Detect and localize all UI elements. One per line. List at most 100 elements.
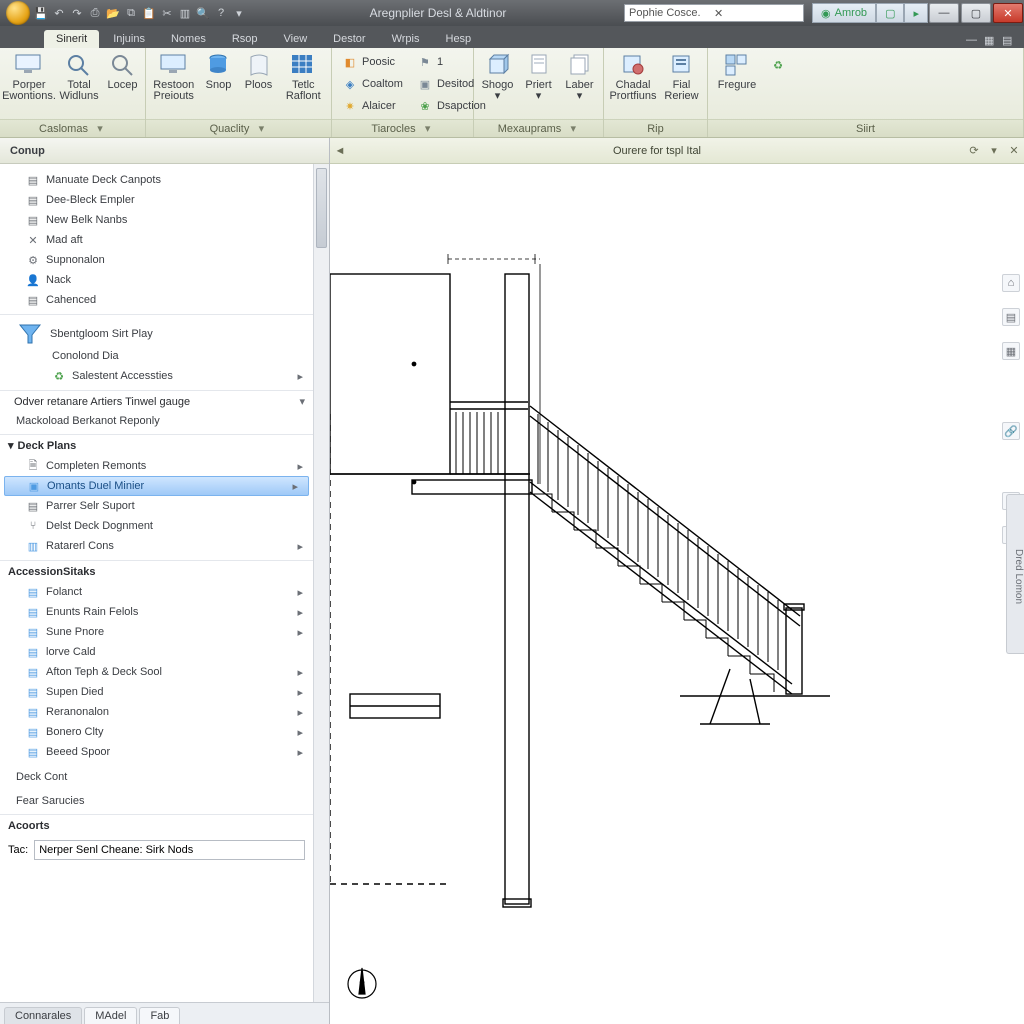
group-expander-icon[interactable]: ▾ <box>422 122 434 135</box>
btn-fregure[interactable]: Fregure <box>714 52 760 91</box>
tree-item[interactable]: ▤New Belk Nanbs <box>0 210 313 230</box>
btn-coaltom[interactable]: ◈Coaltom <box>338 74 407 94</box>
tree-item[interactable]: ⑂Delst Deck Dognment <box>0 516 313 536</box>
doc-dropdown-icon[interactable]: ▾ <box>984 144 1004 157</box>
btn-tetlc[interactable]: TetlcRaflont <box>282 52 325 102</box>
btn-fial[interactable]: FialReriew <box>662 52 701 102</box>
ribbon-tab-5[interactable]: Destor <box>321 30 377 48</box>
btn-chadal[interactable]: ChadalPrortfiuns <box>610 52 656 102</box>
ribbon-help-icon[interactable]: ▦ <box>984 34 998 48</box>
group-expander-icon[interactable]: ▾ <box>94 122 106 135</box>
ribbon-tab-7[interactable]: Hesp <box>434 30 484 48</box>
btn-shogo[interactable]: Shogo▾ <box>480 52 515 102</box>
tree-item[interactable]: 👤Nack <box>0 270 313 290</box>
qat-redo-icon[interactable]: ↷ <box>70 6 84 20</box>
plain-item[interactable]: Deck Cont <box>0 768 313 786</box>
bottom-tab-1[interactable]: MAdel <box>84 1007 137 1024</box>
ribbon-tab-3[interactable]: Rsop <box>220 30 270 48</box>
tree-item[interactable]: ▤Dee-Bleck Empler <box>0 190 313 210</box>
btn-priert[interactable]: Priert▾ <box>521 52 556 102</box>
tree-item[interactable]: 🗎Completen Remonts <box>0 456 313 476</box>
section-deck-plans[interactable]: Deck Plans <box>0 434 313 456</box>
tree-item[interactable]: ▤Cahenced <box>0 290 313 310</box>
qat-open-icon[interactable]: 📂 <box>106 6 120 20</box>
qat-dropdown-icon[interactable]: ▾ <box>232 6 246 20</box>
btn-alaicer[interactable]: ✷Alaicer <box>338 96 407 116</box>
minimize-button[interactable]: — <box>929 3 959 23</box>
tree-item[interactable]: ▤Reranonalon <box>0 702 313 722</box>
btn-locep[interactable]: Locep <box>106 52 139 91</box>
close-button[interactable]: ✕ <box>993 3 1023 23</box>
plain-item[interactable]: Fear Sarucies <box>0 792 313 810</box>
tree-item[interactable]: ▤lorve Cald <box>0 642 313 662</box>
ribbon-tab-6[interactable]: Wrpis <box>380 30 432 48</box>
tree-item[interactable]: ▥Ratarerl Cons <box>0 536 313 556</box>
search-clear-icon[interactable]: ✕ <box>714 7 799 20</box>
tree-item[interactable]: ▤Afton Teph & Deck Sool <box>0 662 313 682</box>
qat-copy-icon[interactable]: ⧉ <box>124 6 138 20</box>
plain-item[interactable]: Mackoload Berkanot Reponly <box>0 412 313 430</box>
tree-item[interactable]: ▤Bonero Clty <box>0 722 313 742</box>
btn-laber[interactable]: Laber▾ <box>562 52 597 102</box>
drawing-canvas[interactable]: 2 ⌂ ▤ ▦ 🔗 ⧉ ▥ Dred Lomon <box>330 164 1024 1024</box>
btn-snop[interactable]: Snop <box>201 52 235 91</box>
tag-input[interactable] <box>34 840 305 860</box>
scrollbar-thumb[interactable] <box>316 168 327 248</box>
maximize-button[interactable]: ▢ <box>961 3 991 23</box>
qat-undo-icon[interactable]: ↶ <box>52 6 66 20</box>
section-expander[interactable]: Odver retanare Artiers Tinwel gauge▾ <box>0 390 313 412</box>
tree-item[interactable]: ▤Sune Pnore <box>0 622 313 642</box>
aux-button-3[interactable]: ▸ <box>904 3 928 23</box>
qat-save-icon[interactable]: 💾 <box>34 6 48 20</box>
qat-print-icon[interactable]: ⎙ <box>88 6 102 20</box>
side-scrollbar[interactable] <box>313 164 329 1002</box>
section-accounts[interactable]: Acoorts <box>0 814 313 836</box>
btn-recycle[interactable]: ♻ <box>766 52 790 78</box>
ribbon-tab-4[interactable]: View <box>272 30 320 48</box>
qat-chart-icon[interactable]: ▥ <box>178 6 192 20</box>
doc-close-icon[interactable]: ✕ <box>1004 144 1024 157</box>
tree-item[interactable]: ▤Enunts Rain Felols <box>0 602 313 622</box>
doc-refresh-icon[interactable]: ⟳ <box>964 144 984 157</box>
tree-item[interactable]: ▤Manuate Deck Canpots <box>0 170 313 190</box>
ribbon-min-icon[interactable]: — <box>966 34 980 48</box>
bottom-tab-2[interactable]: Fab <box>139 1007 180 1024</box>
bottom-tab-0[interactable]: Connarales <box>4 1007 82 1024</box>
app-orb-button[interactable] <box>6 1 30 25</box>
btn-ploos[interactable]: Ploos <box>242 52 276 91</box>
aux-button[interactable]: ◉ Amrob <box>812 3 876 23</box>
qat-cut-icon[interactable]: ✂ <box>160 6 174 20</box>
tree-item[interactable]: ▤Beeed Spoor <box>0 742 313 762</box>
ribbon-tab-0[interactable]: Sinerit <box>44 30 99 48</box>
section-access[interactable]: AccessionSitaks <box>0 560 313 582</box>
tree-item[interactable]: Sbentgloom Sirt Play <box>0 322 313 346</box>
rail-layers-icon[interactable]: ▤ <box>1002 308 1020 326</box>
tree-item[interactable]: ▤Folanct <box>0 582 313 602</box>
tree-item[interactable]: ♻Salestent Accessties <box>0 366 313 386</box>
doc-nav-back-icon[interactable]: ◄ <box>330 145 350 157</box>
titlebar-search-box[interactable]: Pophie Cosce. ✕ <box>624 4 804 22</box>
tree-item[interactable]: ▤Parrer Selr Suport <box>0 496 313 516</box>
tree-item[interactable]: Conolond Dia <box>0 346 313 366</box>
ribbon-tab-2[interactable]: Nomes <box>159 30 218 48</box>
qat-help-icon[interactable]: ? <box>214 6 228 20</box>
tree-item[interactable]: ✕Mad aft <box>0 230 313 250</box>
btn-porper[interactable]: PorperEwontions. <box>6 52 52 102</box>
group-expander-icon[interactable]: ▾ <box>255 122 267 135</box>
ribbon-opts-icon[interactable]: ▤ <box>1002 34 1016 48</box>
qat-paste-icon[interactable]: 📋 <box>142 6 156 20</box>
tree-item-selected[interactable]: ▣Omants Duel Minier <box>4 476 309 496</box>
aux-button-2[interactable]: ▢ <box>876 3 904 23</box>
btn-restoon[interactable]: RestoonPreiouts <box>152 52 195 102</box>
rail-link-icon[interactable]: 🔗 <box>1002 422 1020 440</box>
canvas-vertical-tab[interactable]: Dred Lomon <box>1006 494 1024 654</box>
btn-total[interactable]: TotalWidluns <box>58 52 100 102</box>
rail-view-icon[interactable]: ▦ <box>1002 342 1020 360</box>
btn-poosic[interactable]: ◧Poosic <box>338 52 407 72</box>
tree-item[interactable]: ⚙Supnonalon <box>0 250 313 270</box>
tree-item[interactable]: ▤Supen Died <box>0 682 313 702</box>
group-expander-icon[interactable]: ▾ <box>567 122 579 135</box>
rail-home-icon[interactable]: ⌂ <box>1002 274 1020 292</box>
qat-zoom-icon[interactable]: 🔍 <box>196 6 210 20</box>
ribbon-tab-1[interactable]: Injuins <box>101 30 157 48</box>
